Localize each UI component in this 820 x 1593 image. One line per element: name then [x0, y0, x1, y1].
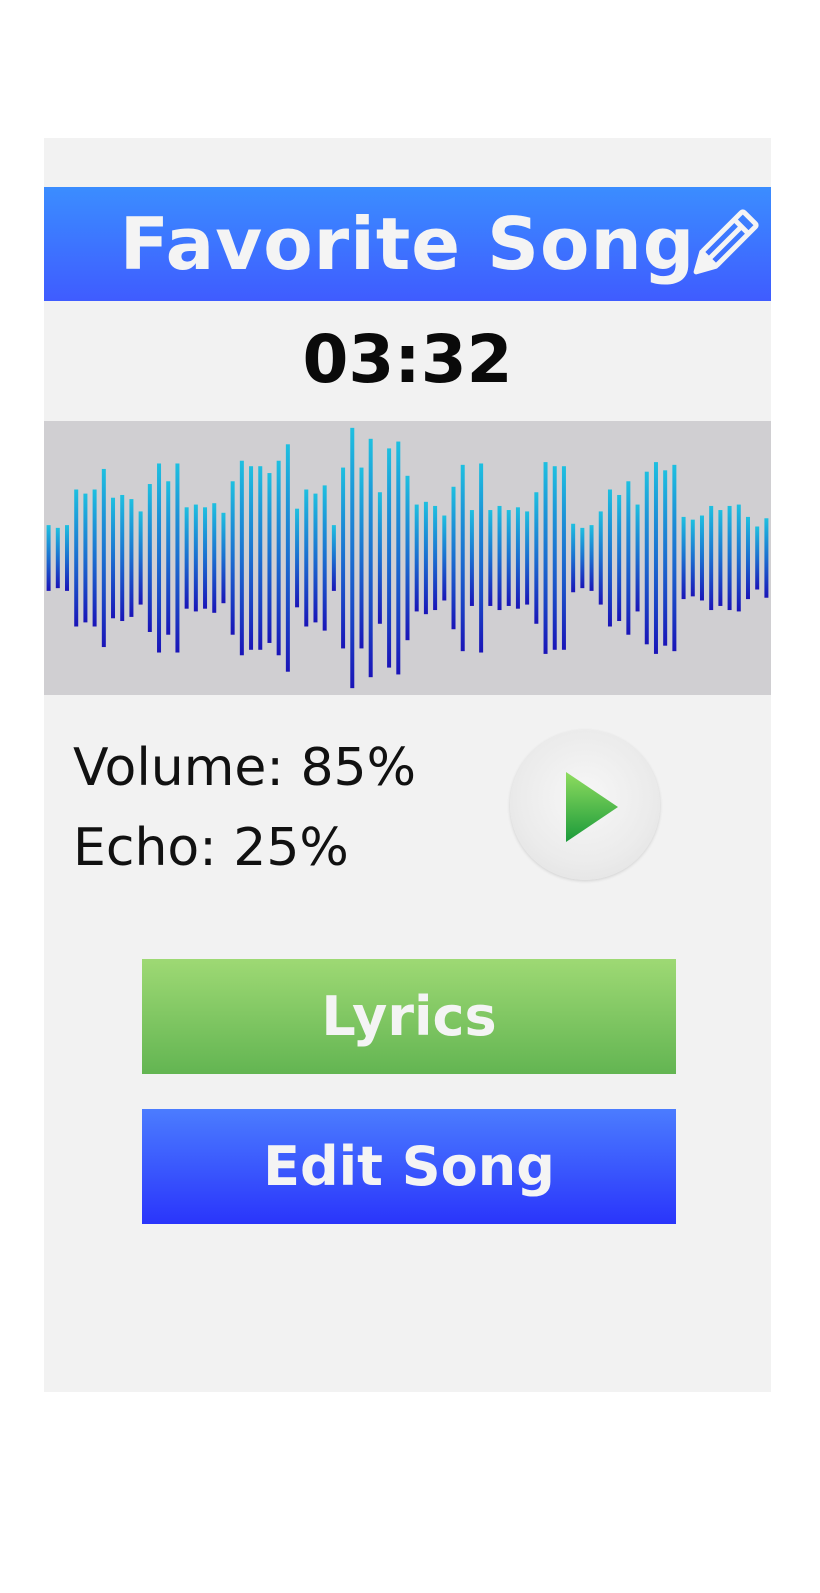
- waveform-bar: [267, 473, 272, 643]
- title-bar: Favorite Song: [44, 187, 771, 301]
- waveform-bar: [138, 511, 143, 605]
- waveform-bar: [341, 467, 346, 649]
- waveform-bar: [672, 464, 677, 652]
- waveform-bar: [525, 511, 530, 605]
- waveform-bar: [350, 427, 355, 689]
- play-icon: [566, 772, 618, 842]
- waveform-bar: [368, 438, 373, 678]
- waveform-bar: [515, 507, 520, 609]
- waveform-bar: [663, 470, 668, 646]
- volume-readout: Volume: 85%: [73, 738, 417, 798]
- waveform-bar: [543, 462, 548, 654]
- waveform-bar: [718, 510, 723, 606]
- waveform-bar: [442, 515, 447, 601]
- waveform-bar: [166, 481, 171, 635]
- waveform-bar: [83, 493, 88, 623]
- waveform-bar: [193, 504, 198, 612]
- waveform-bar: [699, 515, 704, 601]
- waveform-bar: [745, 516, 750, 600]
- waveform-bar: [534, 492, 539, 624]
- waveform-bar: [635, 504, 640, 612]
- waveform-bar: [120, 494, 125, 622]
- waveform-bar: [129, 499, 134, 617]
- waveform-bar: [396, 441, 401, 675]
- waveform-bar: [617, 494, 622, 622]
- waveform-bar: [607, 489, 612, 627]
- waveform-bar: [644, 471, 649, 645]
- waveform-bar: [561, 466, 566, 650]
- waveform-bar: [571, 523, 576, 593]
- waveform-bar: [653, 462, 658, 654]
- waveform-bar: [589, 525, 594, 591]
- waveform-bar: [331, 525, 336, 591]
- waveform-bar: [727, 505, 732, 611]
- audio-settings: Volume: 85% Echo: 25%: [73, 728, 416, 888]
- waveform-bar: [387, 448, 392, 668]
- waveform-bar: [147, 484, 152, 632]
- waveform-bar: [184, 507, 189, 609]
- waveform-bar: [359, 467, 364, 649]
- waveform-bar: [414, 504, 419, 612]
- waveform-bar: [285, 444, 290, 672]
- waveform[interactable]: [44, 421, 771, 695]
- waveform-bar: [552, 466, 557, 650]
- waveform-bar: [626, 481, 631, 635]
- waveform-bar: [221, 512, 226, 604]
- waveform-bar: [451, 486, 456, 630]
- waveform-bar: [230, 481, 235, 635]
- pencil-icon[interactable]: [681, 203, 765, 287]
- waveform-bar: [423, 501, 428, 615]
- song-panel: Favorite Song 03:32 Volume: 85% Echo: 25…: [44, 138, 771, 1392]
- echo-readout: Echo: 25%: [73, 818, 349, 878]
- waveform-bar: [258, 466, 263, 650]
- waveform-bar: [101, 468, 106, 648]
- waveform-bar: [598, 511, 603, 605]
- waveform-bar: [74, 489, 79, 627]
- song-timer: 03:32: [302, 321, 513, 398]
- waveform-bar: [212, 503, 217, 613]
- waveform-bar: [313, 493, 318, 623]
- waveform-bar: [295, 508, 300, 608]
- waveform-bar: [469, 510, 474, 606]
- waveform-bar: [433, 505, 438, 611]
- waveform-bar: [709, 505, 714, 611]
- waveform-bar: [55, 527, 60, 589]
- waveform-bar: [506, 510, 511, 606]
- edit-song-button[interactable]: Edit Song: [142, 1109, 676, 1224]
- waveform-bar: [111, 497, 116, 619]
- waveform-bar: [497, 505, 502, 611]
- waveform-bar: [580, 527, 585, 589]
- waveform-bar: [405, 475, 410, 641]
- waveform-bar: [304, 489, 309, 627]
- waveform-bar: [239, 460, 244, 656]
- song-title: Favorite Song: [119, 202, 696, 286]
- waveform-bar: [488, 510, 493, 606]
- waveform-bar: [460, 464, 465, 652]
- waveform-bar: [175, 463, 180, 653]
- waveform-graphic: [46, 427, 769, 689]
- waveform-bar: [764, 518, 769, 598]
- lyrics-button[interactable]: Lyrics: [142, 959, 676, 1074]
- waveform-bar: [203, 507, 208, 609]
- waveform-bar: [755, 526, 760, 590]
- waveform-bar: [322, 485, 327, 631]
- waveform-bar: [681, 516, 686, 600]
- waveform-bar: [65, 525, 70, 591]
- play-button[interactable]: [510, 730, 660, 880]
- waveform-bar: [377, 492, 382, 624]
- waveform-bar: [46, 525, 51, 591]
- waveform-bar: [157, 463, 162, 653]
- waveform-bar: [690, 519, 695, 597]
- waveform-bar: [249, 466, 254, 650]
- waveform-bar: [479, 463, 484, 653]
- waveform-bar: [92, 489, 97, 627]
- waveform-bar: [276, 460, 281, 656]
- waveform-bar: [736, 504, 741, 612]
